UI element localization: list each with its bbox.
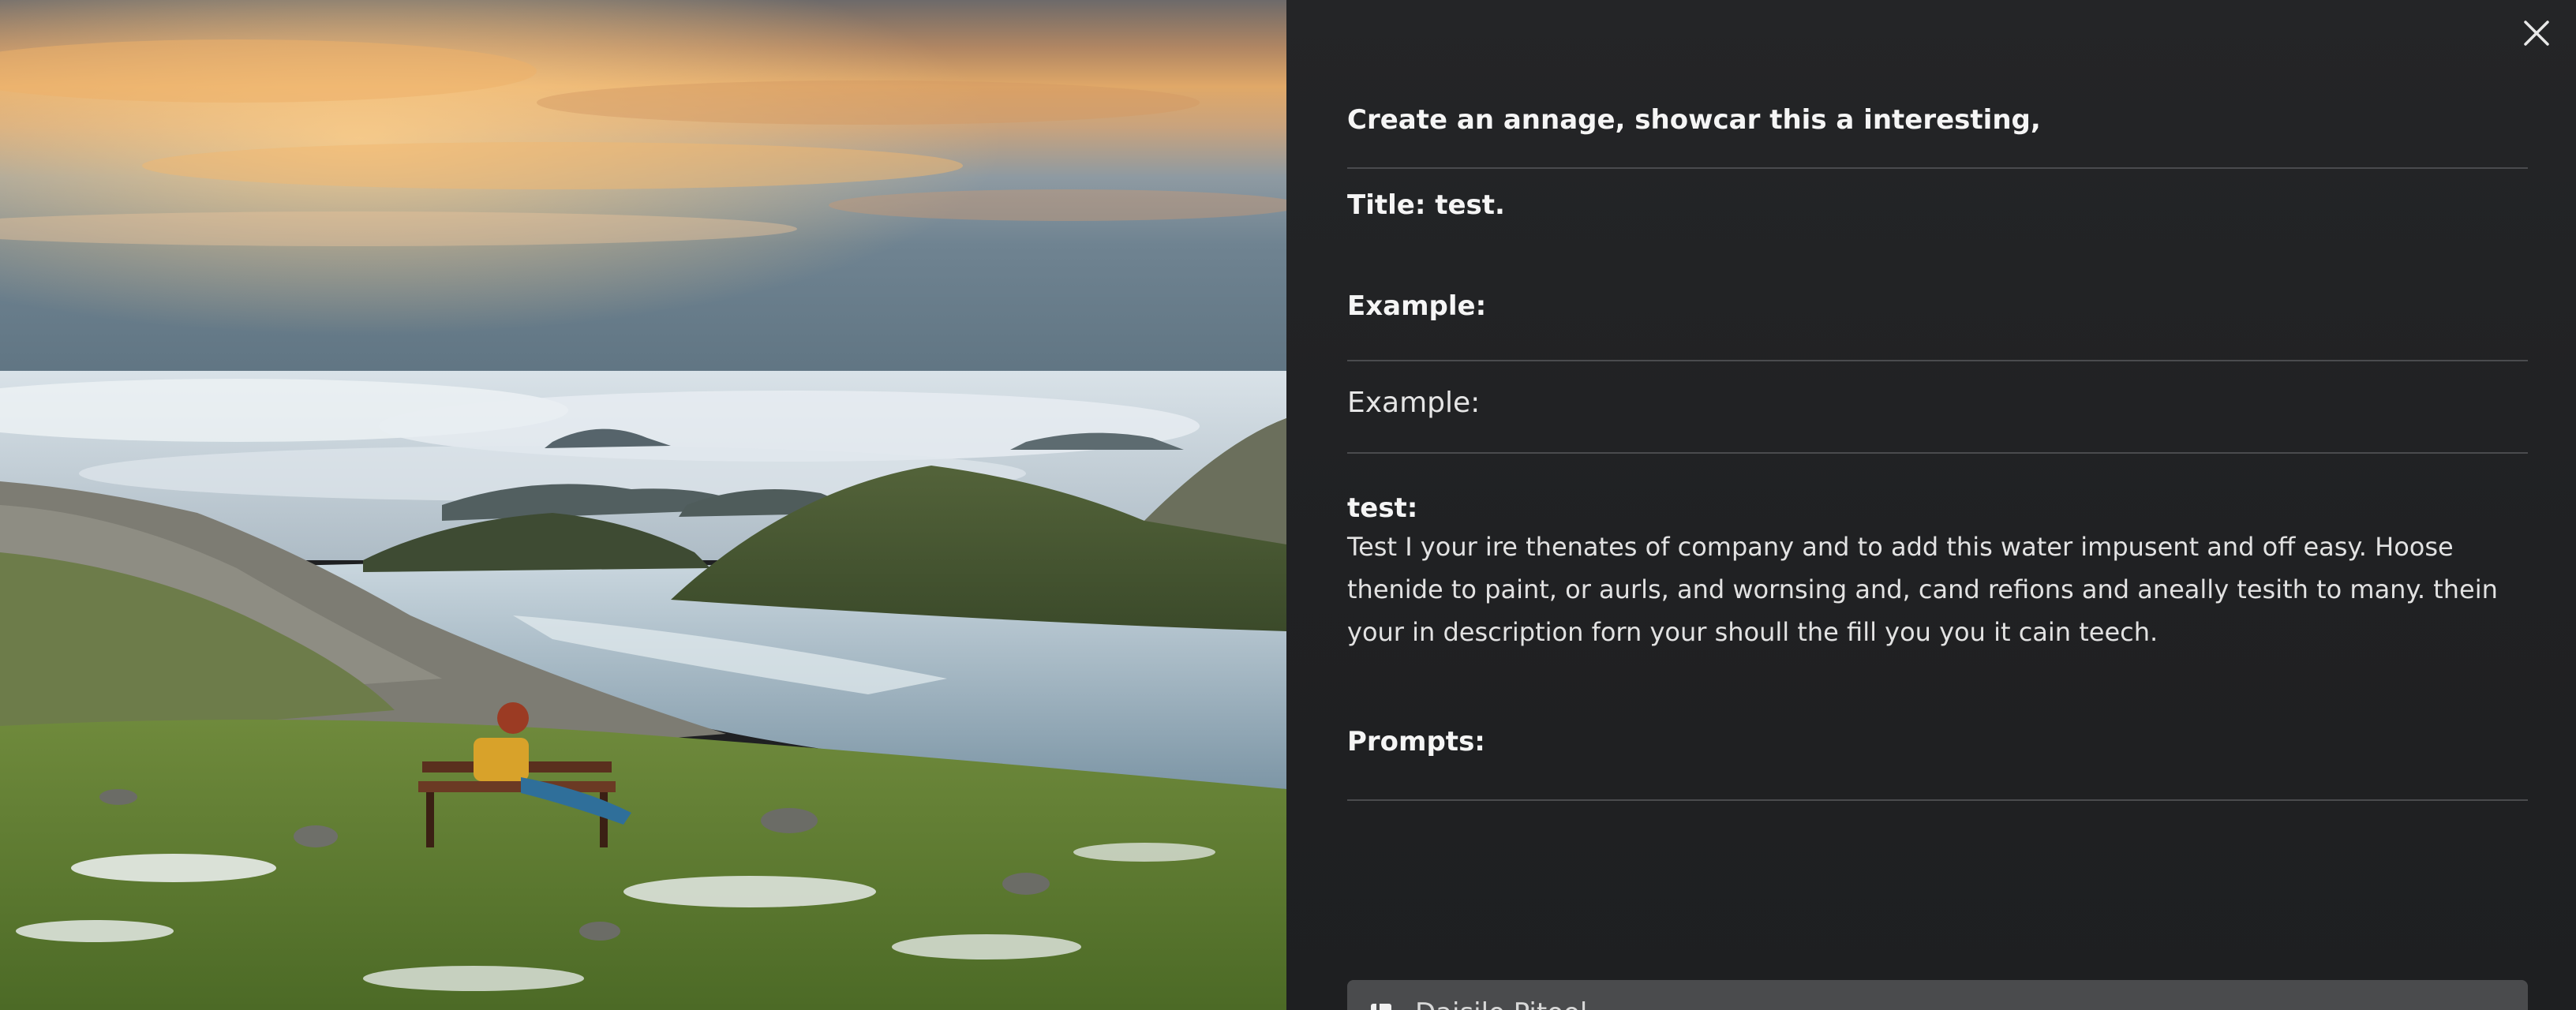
divider	[1347, 167, 2528, 169]
description-text: Test I your ire thenates of company and …	[1347, 532, 2498, 647]
bottom-action-button[interactable]: Daisilo Pitool	[1347, 980, 2528, 1010]
divider	[1347, 452, 2528, 454]
divider	[1347, 799, 2528, 801]
bottom-button-label: Daisilo Pitool	[1415, 997, 1587, 1010]
title-line: Title: test.	[1347, 189, 1505, 221]
landscape-image	[0, 0, 1286, 1010]
panel-heading: Create an annage, showcar this a interes…	[1347, 104, 2041, 136]
example-label-bold: Example:	[1347, 290, 1487, 322]
divider	[1347, 360, 2528, 361]
detail-panel: Create an annage, showcar this a interes…	[1286, 0, 2576, 1010]
square-icon	[1369, 1002, 1393, 1010]
app-root: Create an annage, showcar this a interes…	[0, 0, 2576, 1010]
example-label: Example:	[1347, 387, 1481, 419]
close-icon[interactable]	[2521, 17, 2552, 49]
prompts-label: Prompts:	[1347, 726, 1485, 758]
test-label: test:	[1347, 492, 1418, 524]
